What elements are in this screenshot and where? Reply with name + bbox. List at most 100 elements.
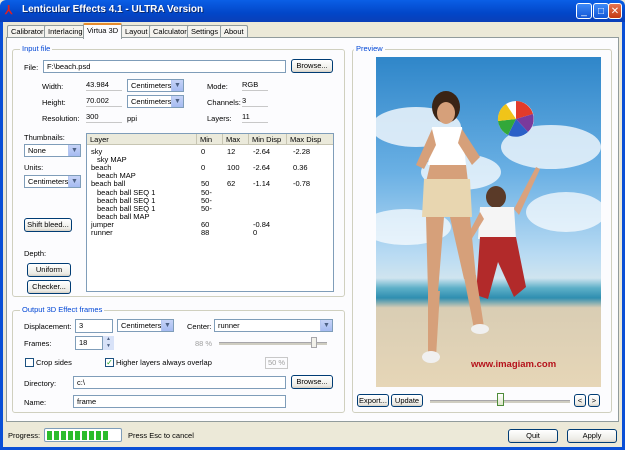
directory-label: Directory: bbox=[24, 379, 57, 388]
directory-field[interactable]: c:\ bbox=[73, 376, 286, 389]
tab-virtua-3d[interactable]: Virtua 3D bbox=[83, 23, 123, 39]
column-header-layer[interactable]: Layer bbox=[87, 134, 197, 145]
frames-slider-thumb[interactable] bbox=[311, 337, 318, 348]
app-logo-icon: ⅄ bbox=[5, 3, 13, 17]
height-unit-value: Centimeters bbox=[131, 97, 172, 106]
resolution-value[interactable]: 300 bbox=[86, 112, 122, 123]
frames-label: Frames: bbox=[24, 339, 52, 348]
preview-slider-thumb[interactable] bbox=[497, 393, 504, 406]
column-header-max-disp[interactable]: Max Disp bbox=[287, 134, 333, 145]
maximize-button[interactable]: □ bbox=[593, 3, 609, 19]
preview-watermark: www.imagiam.com bbox=[471, 359, 557, 370]
displacement-label: Displacement: bbox=[24, 322, 72, 331]
displacement-input[interactable]: 3 bbox=[75, 319, 113, 333]
prev-frame-button[interactable]: < bbox=[574, 394, 586, 407]
layer-table[interactable]: Layer Min Max Min Disp Max Disp sky 0 12 -2… bbox=[86, 133, 334, 292]
cell-min-disp: -2.64 bbox=[253, 163, 271, 173]
progress-cell bbox=[61, 430, 66, 440]
cell-min-disp: 0 bbox=[253, 228, 258, 237]
depth-label: Depth: bbox=[24, 249, 47, 258]
quit-button[interactable]: Quit bbox=[508, 429, 558, 443]
column-header-min-disp[interactable]: Min Disp bbox=[249, 134, 287, 145]
thumbnails-select[interactable]: None ▼ bbox=[24, 144, 81, 157]
export-button[interactable]: Export... bbox=[357, 394, 389, 407]
cell-layer: runner bbox=[91, 228, 113, 237]
progress-cell bbox=[68, 430, 73, 440]
tab-layout[interactable]: Layout bbox=[121, 25, 152, 37]
progress-bar bbox=[44, 428, 122, 442]
units-select[interactable]: Centimeters ▼ bbox=[24, 175, 81, 188]
cell-max: 100 bbox=[227, 163, 240, 173]
cell-max-disp: -0.78 bbox=[293, 179, 311, 189]
frames-stepper[interactable]: ▲ ▼ bbox=[102, 336, 114, 350]
preview-group-title: Preview bbox=[354, 44, 385, 53]
progress-cell bbox=[103, 430, 108, 440]
mode-value: RGB bbox=[242, 80, 268, 91]
cell-min: 50- bbox=[201, 203, 212, 213]
tab-interlacing[interactable]: Interlacing bbox=[44, 25, 87, 37]
next-frame-button[interactable]: > bbox=[588, 394, 600, 407]
close-button[interactable]: ✕ bbox=[608, 3, 622, 19]
column-header-min[interactable]: Min bbox=[197, 134, 223, 145]
window-title: Lenticular Effects 4.1 - ULTRA Version bbox=[22, 4, 204, 15]
progress-cell bbox=[75, 430, 80, 440]
resolution-label: Resolution: bbox=[42, 114, 80, 123]
layers-label: Layers: bbox=[207, 114, 232, 123]
checker-button[interactable]: Checker... bbox=[27, 280, 71, 294]
window-frame-left bbox=[0, 22, 3, 450]
center-value: runner bbox=[218, 321, 240, 330]
higher-layers-label: Higher layers always overlap bbox=[116, 358, 212, 367]
shift-bleed-button[interactable]: Shift bleed... bbox=[24, 218, 72, 232]
file-label: File: bbox=[24, 63, 39, 72]
channels-value: 3 bbox=[242, 96, 268, 107]
tab-calibrator[interactable]: Calibrator bbox=[7, 25, 48, 37]
cell-max-disp: 0.36 bbox=[293, 163, 308, 173]
preview-image: www.imagiam.com bbox=[376, 57, 601, 387]
left-slider-percent: 88 % bbox=[195, 339, 213, 348]
input-file-group-title: Input file bbox=[20, 44, 53, 53]
table-row[interactable]: runner 88 0 bbox=[87, 228, 333, 237]
height-value[interactable]: 70.002 bbox=[86, 96, 122, 107]
output-group-title: Output 3D Effect frames bbox=[20, 305, 105, 314]
width-unit-value: Centimeters bbox=[131, 81, 172, 90]
height-label: Height: bbox=[42, 98, 66, 107]
crop-sides-checkbox[interactable] bbox=[25, 358, 34, 367]
height-unit-select[interactable]: Centimeters ▼ bbox=[127, 95, 184, 108]
layer-rows: sky 0 12 -2.64 -2.28 sky MAP beach 0 100 -2.64 0.3… bbox=[87, 147, 333, 288]
thumbnails-label: Thumbnails: bbox=[24, 133, 65, 142]
column-header-max[interactable]: Max bbox=[223, 134, 249, 145]
mode-label: Mode: bbox=[207, 82, 228, 91]
browse-directory-button[interactable]: Browse... bbox=[291, 375, 333, 389]
table-row[interactable]: beach ball MAP bbox=[87, 212, 333, 221]
width-label: Width: bbox=[42, 82, 64, 91]
channels-label: Channels: bbox=[207, 98, 241, 107]
table-row[interactable]: jumper 60 -0.84 bbox=[87, 220, 333, 229]
chevron-down-icon: ▼ bbox=[171, 80, 183, 91]
file-path-field[interactable]: F:\beach.psd bbox=[43, 60, 286, 73]
minimize-button[interactable]: _ bbox=[576, 3, 592, 19]
status-hint: Press Esc to cancel bbox=[128, 431, 194, 440]
displacement-unit-select[interactable]: Centimeters ▼ bbox=[117, 319, 174, 332]
chevron-down-icon: ▼ bbox=[171, 96, 183, 107]
width-value[interactable]: 43.984 bbox=[86, 80, 122, 91]
resolution-unit: ppi bbox=[127, 114, 138, 123]
browse-input-button[interactable]: Browse... bbox=[291, 59, 333, 73]
progress-cell bbox=[47, 430, 52, 440]
name-field[interactable]: frame bbox=[73, 395, 286, 408]
cell-max-disp: -2.28 bbox=[293, 147, 311, 156]
progress-cell bbox=[89, 430, 94, 440]
frames-slider-ticks bbox=[222, 349, 327, 352]
update-button[interactable]: Update bbox=[391, 394, 423, 407]
cell-min: 88 bbox=[201, 228, 210, 237]
uniform-button[interactable]: Uniform bbox=[27, 263, 71, 277]
chevron-down-icon: ▼ bbox=[161, 320, 173, 331]
progress-cell bbox=[54, 430, 59, 440]
cell-min: 0 bbox=[201, 163, 206, 173]
width-unit-select[interactable]: Centimeters ▼ bbox=[127, 79, 184, 92]
higher-layers-checkbox[interactable]: ✓ bbox=[105, 358, 114, 367]
center-select[interactable]: runner ▼ bbox=[214, 319, 333, 332]
tab-settings[interactable]: Settings bbox=[187, 25, 223, 37]
tab-calculator[interactable]: Calculator bbox=[149, 25, 191, 37]
apply-button[interactable]: Apply bbox=[567, 429, 617, 443]
tab-about[interactable]: About bbox=[220, 25, 248, 37]
